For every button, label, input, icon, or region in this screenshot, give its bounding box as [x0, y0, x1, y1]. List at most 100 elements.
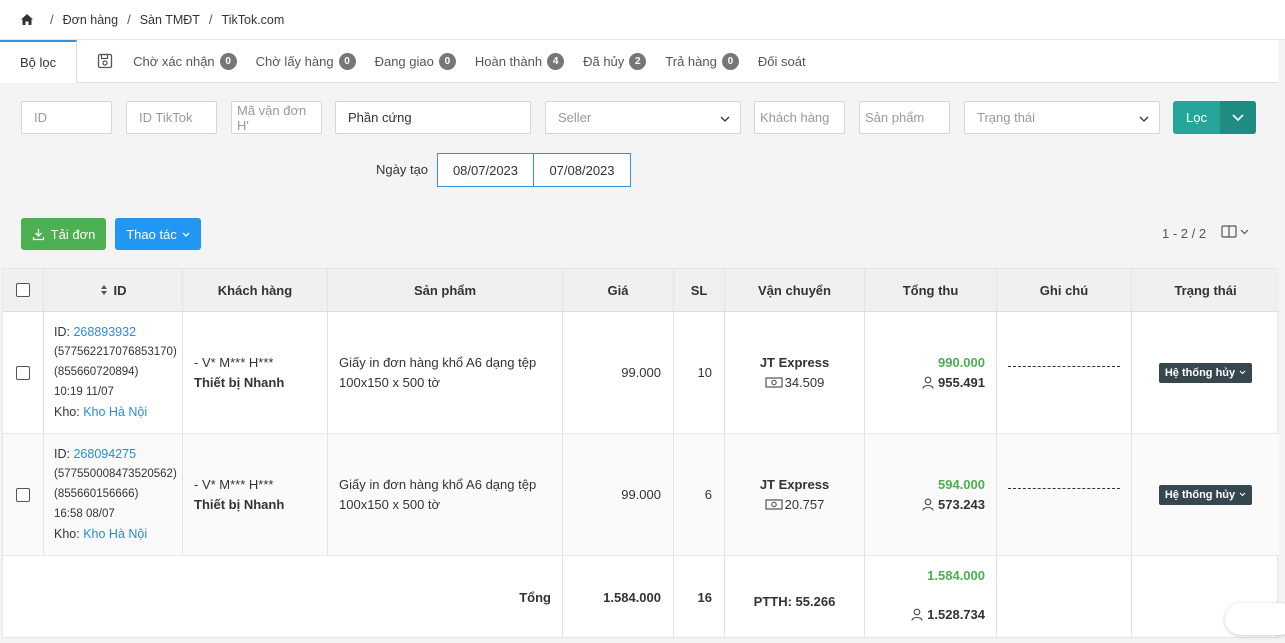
breadcrumb-item-orders[interactable]: Đơn hàng [63, 13, 118, 27]
tab-label: Đối soát [757, 53, 806, 69]
summary-shipping-cell: PTTH: 55.266 [725, 556, 865, 638]
warehouse-link[interactable]: Kho Hà Nội [83, 405, 147, 419]
breadcrumb-item-tiktok: TikTok.com [221, 12, 285, 27]
actions-dropdown-button[interactable]: Thao tác [115, 218, 201, 250]
column-toggle-button[interactable] [1221, 225, 1249, 238]
keyword-input[interactable]: Phần cứng [335, 101, 531, 134]
product-spec: 100x150 x 500 tờ [339, 496, 441, 512]
filter-panel: ID ID TikTok Mã vận đơn H' Phần cứng Sel… [0, 84, 1285, 204]
status-select[interactable]: Trạng thái [964, 101, 1160, 134]
floating-chat-widget[interactable] [1225, 603, 1285, 635]
tracking-code: (855660156666) [54, 488, 139, 500]
status-label: Hệ thống hủy [1164, 488, 1236, 501]
shipping-cell: JT Express 34.509 [725, 312, 865, 433]
tracking-code: (855660720894) [54, 366, 139, 378]
product-spec: 100x150 x 500 tờ [339, 374, 441, 390]
status-badge[interactable]: Hệ thống hủy [1158, 484, 1253, 505]
customer-company: Thiết bị Nhanh [194, 496, 285, 512]
status-select-label: Trạng thái [977, 110, 1036, 125]
id-input[interactable]: ID [21, 101, 112, 134]
order-id-cell: ID: 268094275 (577550008473520562) (8556… [44, 434, 183, 555]
created-date-label: Ngày tạo [376, 162, 429, 177]
status-badge[interactable]: Hệ thống hủy [1158, 362, 1253, 383]
tab-label: Chờ lấy hàng [255, 53, 334, 69]
tab-shipping[interactable]: Đang giao 0 [375, 52, 456, 70]
download-label: Tải đơn [50, 226, 96, 242]
id-prefix: ID: [54, 447, 70, 461]
summary-net: 1.528.734 [927, 607, 985, 622]
customer-name: - V* M*** H*** [194, 354, 274, 370]
total-amount: 594.000 [938, 476, 985, 492]
breadcrumb: / Đơn hàng / Sàn TMĐT / TikTok.com [0, 0, 1285, 40]
filter-dropdown-button[interactable] [1220, 101, 1256, 134]
select-all-checkbox[interactable] [16, 283, 30, 297]
total-cell: 990.000 955.491 [865, 312, 997, 433]
summary-label: Tổng [519, 589, 551, 605]
customer-company: Thiết bị Nhanh [194, 374, 285, 390]
save-filter-icon[interactable] [97, 53, 113, 69]
carrier-name: JT Express [759, 476, 830, 492]
row-checkbox[interactable] [16, 365, 30, 380]
orders-table: ID Khách hàng Sản phẩm Giá SL Vận chuyển… [2, 268, 1279, 638]
order-id-cell: ID: 268893932 (577562217076853170) (8556… [44, 312, 183, 433]
download-icon [32, 228, 45, 241]
header-status: Trạng thái [1174, 282, 1237, 298]
tab-returns[interactable]: Trả hàng 0 [665, 52, 739, 70]
order-id-link[interactable]: 268893932 [73, 325, 136, 339]
tab-pending-confirm[interactable]: Chờ xác nhận 0 [133, 52, 237, 70]
note-cell[interactable] [997, 434, 1132, 555]
pagination-info: 1 - 2 / 2 [1162, 226, 1207, 241]
tab-awaiting-pickup[interactable]: Chờ lấy hàng 0 [255, 52, 356, 70]
tiktok-order-id: (577562217076853170) [54, 346, 177, 358]
tab-label: Đã hủy [583, 53, 625, 69]
actions-label: Thao tác [126, 226, 177, 242]
tab-filter[interactable]: Bộ lọc [0, 39, 78, 83]
product-input[interactable]: Sản phẩm [859, 101, 950, 134]
product-cell: Giấy in đơn hàng khổ A6 dạng tệp 100x150… [328, 312, 563, 433]
net-amount: 573.243 [938, 496, 985, 512]
user-icon [922, 376, 934, 389]
header-id[interactable]: ID [44, 269, 183, 311]
carrier-name: JT Express [759, 354, 830, 370]
shipping-fee: 34.509 [784, 374, 825, 390]
customer-input[interactable]: Khách hàng [754, 101, 845, 134]
header-product: Sản phẩm [328, 269, 563, 311]
row-checkbox[interactable] [16, 487, 30, 502]
note-placeholder [1008, 488, 1120, 489]
seller-select-label: Seller [558, 110, 592, 125]
header-total: Tổng thu [865, 269, 997, 311]
header-note: Ghi chú [997, 269, 1132, 311]
note-cell[interactable] [997, 312, 1132, 433]
tab-reconciliation[interactable]: Đối soát [758, 54, 806, 69]
shipping-fee: 20.757 [784, 496, 825, 512]
header-quantity: SL [674, 269, 725, 311]
header-customer: Khách hàng [183, 269, 328, 311]
tab-completed[interactable]: Hoàn thành 4 [474, 52, 565, 70]
note-placeholder [1008, 366, 1120, 367]
count-badge: 0 [219, 52, 237, 70]
summary-row: Tổng 1.584.000 16 PTTH: 55.266 1.584.000… [3, 556, 1279, 638]
order-id-link[interactable]: 268094275 [73, 447, 136, 461]
filter-button-group: Lọc [1173, 101, 1256, 134]
tab-cancelled[interactable]: Đã hủy 2 [583, 52, 647, 70]
status-cell: Hệ thống hủy [1132, 434, 1279, 555]
date-to-input[interactable]: 07/08/2023 [533, 153, 631, 187]
chevron-down-icon [1239, 370, 1246, 375]
row-checkbox-cell [3, 312, 44, 433]
filter-button[interactable]: Lọc [1173, 101, 1220, 134]
seller-select[interactable]: Seller [545, 101, 741, 134]
breadcrumb-item-marketplace[interactable]: Sàn TMĐT [140, 13, 200, 27]
home-icon[interactable] [20, 13, 34, 27]
date-from-input[interactable]: 08/07/2023 [437, 153, 534, 187]
summary-note-cell [997, 556, 1132, 638]
chevron-down-icon [1240, 229, 1249, 234]
tab-label: Hoàn thành [474, 53, 543, 69]
tracking-code-input[interactable]: Mã vận đơn H' [231, 101, 322, 134]
product-name: Giấy in đơn hàng khổ A6 dạng tệp [339, 476, 537, 492]
download-orders-button[interactable]: Tải đơn [21, 218, 106, 250]
user-icon [911, 608, 923, 621]
tiktok-id-input[interactable]: ID TikTok [126, 101, 217, 134]
table-row: ID: 268893932 (577562217076853170) (8556… [3, 312, 1279, 434]
warehouse-link[interactable]: Kho Hà Nội [83, 527, 147, 541]
chevron-down-icon [720, 110, 730, 125]
